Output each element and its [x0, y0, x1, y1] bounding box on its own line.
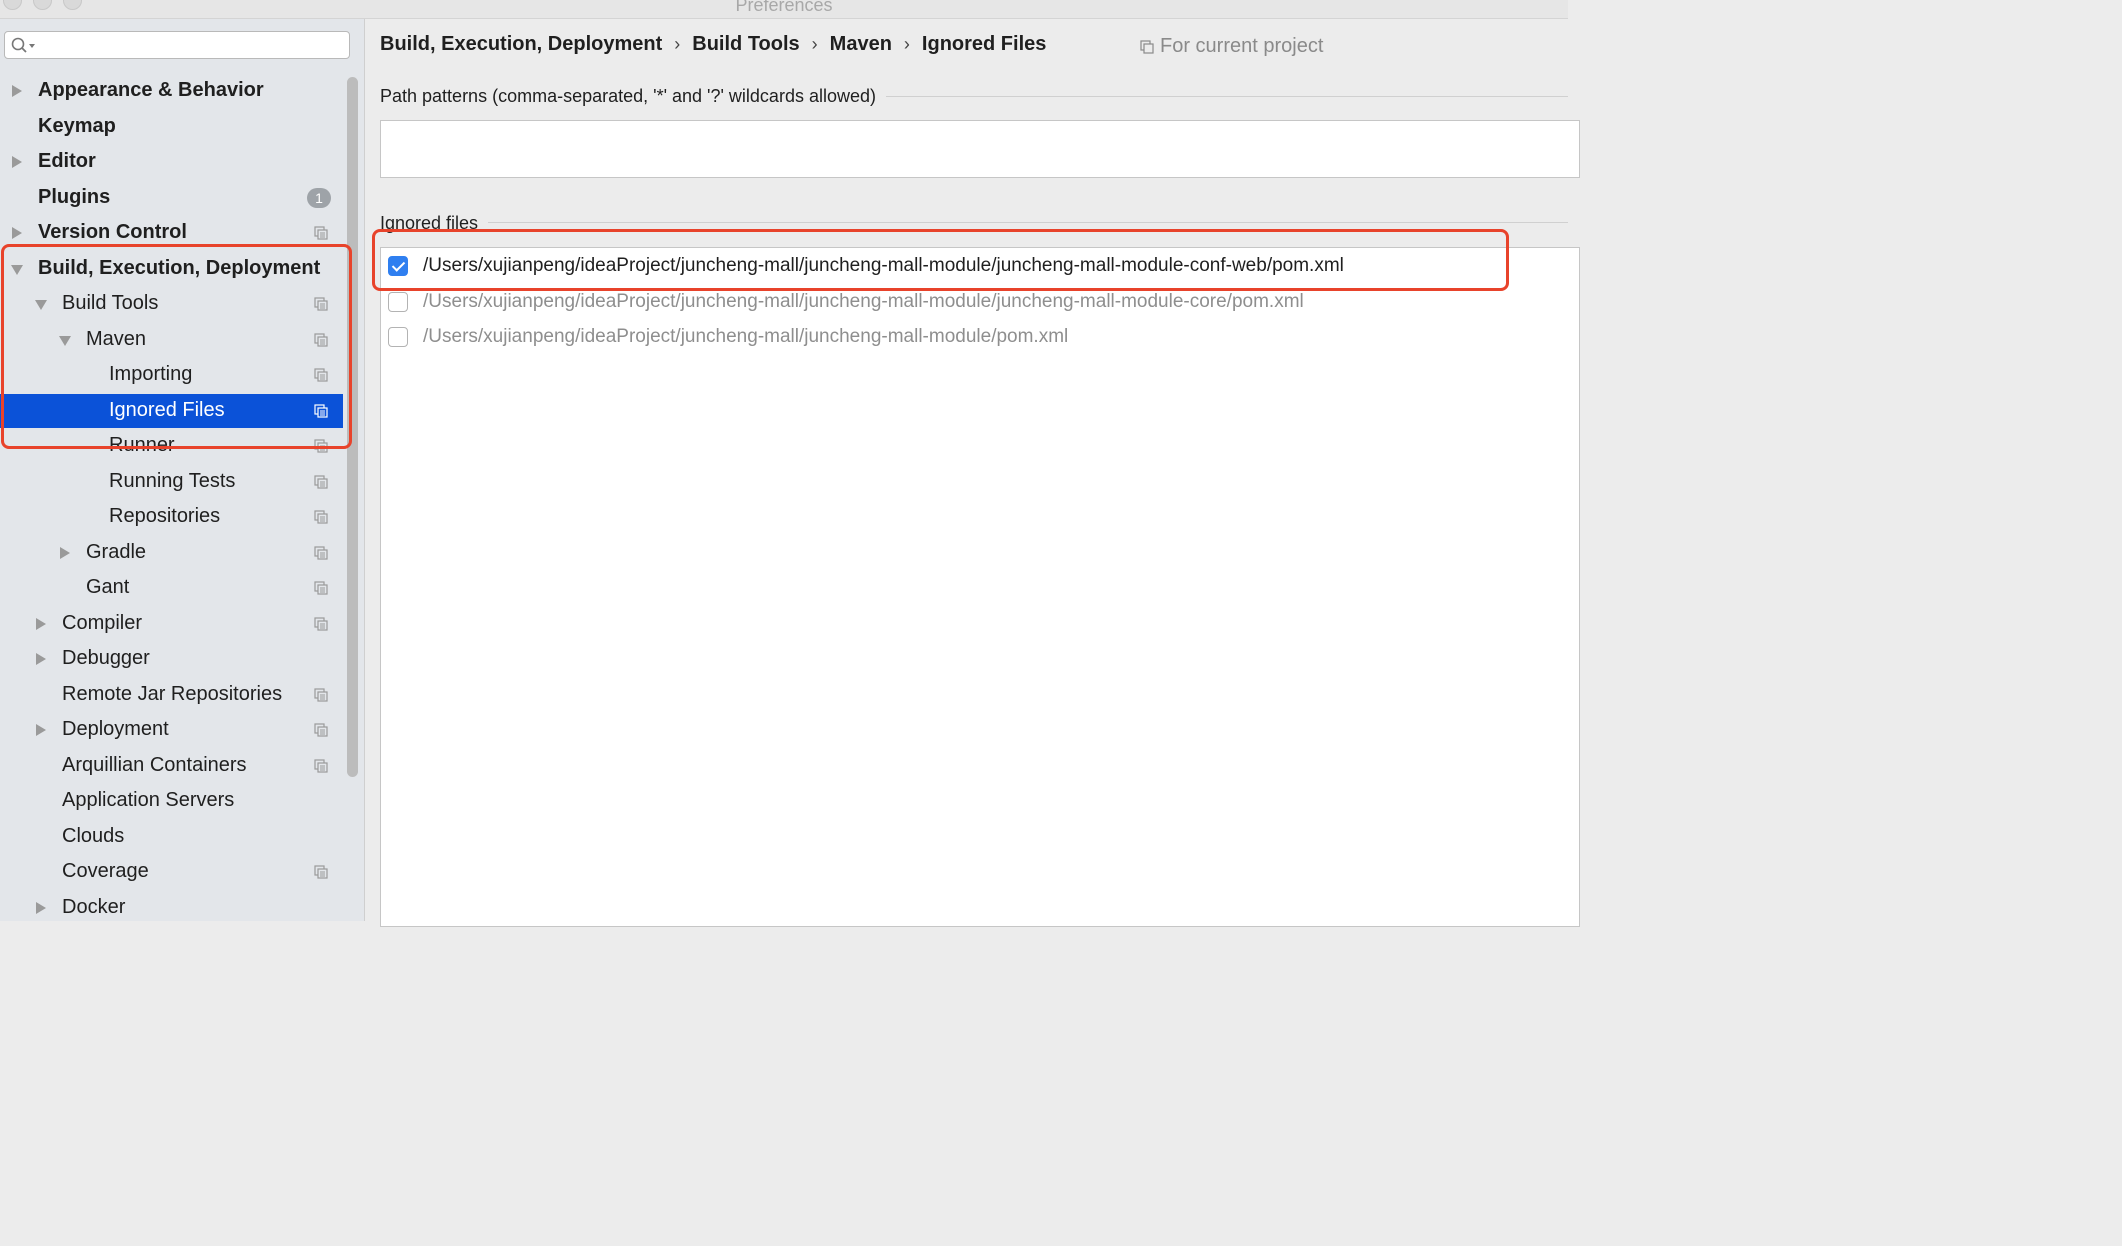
project-scope-icon-wrap — [314, 865, 328, 884]
expand-arrow-right-icon[interactable] — [36, 617, 46, 630]
expand-arrow-right-icon[interactable] — [36, 901, 46, 914]
sidebar-item-label: Deployment — [62, 718, 169, 740]
sidebar-item-compiler[interactable]: Compiler — [0, 607, 343, 641]
search-icon — [11, 37, 35, 53]
sidebar-item-coverage[interactable]: Coverage — [0, 855, 343, 889]
sidebar-item-label: Plugins — [38, 185, 111, 208]
sidebar-item-label: Clouds — [62, 824, 125, 847]
title-bar: Preferences — [0, 0, 1568, 19]
sidebar-item-docker[interactable]: Docker — [0, 891, 343, 925]
ignored-files-list: /Users/xujianpeng/ideaProject/juncheng-m… — [380, 247, 1580, 927]
project-scope-icon-wrap — [314, 226, 328, 245]
sidebar-item-application-servers[interactable]: Application Servers — [0, 784, 343, 818]
copy-settings-icon — [314, 723, 328, 737]
sidebar-item-repositories[interactable]: Repositories — [0, 500, 343, 534]
project-scope-icon-wrap — [314, 545, 328, 565]
sidebar-item-gant[interactable]: Gant — [0, 571, 343, 605]
sidebar-item-debugger[interactable]: Debugger — [0, 642, 343, 676]
window-title: Preferences — [735, 0, 833, 15]
breadcrumb-separator: › — [674, 34, 681, 54]
project-scope-icon-wrap — [314, 687, 328, 707]
sidebar-item-label: Running Tests — [109, 469, 236, 492]
breadcrumb-item: Ignored Files — [921, 33, 1047, 55]
settings-search-input[interactable] — [4, 31, 350, 59]
copy-settings-icon — [314, 758, 328, 773]
breadcrumb-item[interactable]: Build Tools — [692, 33, 799, 55]
copy-settings-icon — [314, 687, 328, 702]
updates-count-badge: 1 — [307, 187, 331, 208]
project-scope-icon-wrap — [314, 723, 328, 742]
sidebar-item-label: Compiler — [62, 611, 143, 634]
sidebar-item-label: Version Control — [38, 221, 187, 243]
highlight-annotation-sidebar — [1, 244, 352, 449]
settings-sidebar: Appearance & Behavior Keymap Editor Plugins… — [0, 19, 365, 921]
ignored-file-checkbox[interactable] — [388, 291, 408, 312]
sidebar-item-label: Docker — [62, 895, 126, 918]
sidebar-item-label: Debugger — [62, 647, 150, 669]
breadcrumb-separator: › — [811, 34, 818, 54]
sidebar-item-label: Application Servers — [62, 789, 235, 811]
expand-arrow-right-icon[interactable] — [36, 724, 46, 736]
section-divider — [380, 222, 1568, 223]
sidebar-item-label: Editor — [38, 150, 96, 172]
copy-settings-icon — [314, 226, 328, 240]
copy-settings-icon — [314, 545, 328, 560]
sidebar-item-label: Remote Jar Repositories — [62, 682, 283, 705]
sidebar-item-label: Coverage — [62, 860, 149, 882]
sidebar-item-gradle[interactable]: Gradle — [0, 536, 343, 570]
project-scope-icon-wrap — [314, 510, 328, 529]
breadcrumb-separator: › — [903, 34, 910, 54]
sidebar-item-deployment[interactable]: Deployment — [0, 713, 343, 747]
scope-indicator: For current project — [1140, 35, 1323, 58]
sidebar-item-remote-jar-repositories[interactable]: Remote Jar Repositories — [0, 678, 343, 712]
ignored-file-row: /Users/xujianpeng/ideaProject/juncheng-m… — [381, 321, 1571, 355]
breadcrumb-item[interactable]: Maven — [830, 33, 892, 55]
copy-settings-icon — [314, 865, 328, 879]
sidebar-item-keymap[interactable]: Keymap — [0, 110, 343, 144]
project-scope-icon-wrap — [314, 474, 328, 494]
sidebar-item-arquillian-containers[interactable]: Arquillian Containers — [0, 749, 343, 783]
sidebar-item-label: Repositories — [109, 505, 221, 527]
expand-arrow-right-icon[interactable] — [60, 546, 70, 559]
sidebar-item-label: Keymap — [38, 114, 116, 137]
ignored-file-path: /Users/xujianpeng/ideaProject/juncheng-m… — [423, 290, 1304, 312]
sidebar-item-appearance-behavior[interactable]: Appearance & Behavior — [0, 74, 343, 108]
sidebar-item-clouds[interactable]: Clouds — [0, 820, 343, 854]
sidebar-item-label: Appearance & Behavior — [38, 79, 264, 101]
breadcrumb: Build, Execution, Deployment › Build Tools… — [380, 33, 1046, 56]
ignored-file-checkbox[interactable] — [388, 327, 408, 347]
sidebar-item-editor[interactable]: Editor — [0, 145, 343, 179]
path-patterns-label: Path patterns (comma-separated, '*' and … — [380, 86, 886, 107]
sidebar-item-plugins[interactable]: Plugins 1 — [0, 181, 343, 215]
settings-content: Build, Execution, Deployment › Build Tools… — [365, 19, 1580, 927]
project-scope-icon — [1140, 40, 1154, 54]
expand-arrow-right-icon[interactable] — [12, 227, 22, 239]
sidebar-item-label: Gradle — [86, 540, 147, 563]
project-scope-icon-wrap — [314, 581, 328, 600]
copy-settings-icon — [314, 510, 328, 524]
copy-settings-icon — [314, 616, 328, 631]
expand-arrow-right-icon[interactable] — [12, 156, 22, 168]
expand-arrow-right-icon[interactable] — [36, 653, 46, 665]
scope-label: For current project — [1160, 35, 1324, 57]
sidebar-item-running-tests[interactable]: Running Tests — [0, 465, 343, 499]
project-scope-icon-wrap — [314, 616, 328, 636]
sidebar-item-label: Gant — [86, 576, 130, 598]
sidebar-item-label: Arquillian Containers — [62, 753, 247, 776]
path-patterns-input[interactable] — [380, 120, 1580, 178]
ignored-file-path: /Users/xujianpeng/ideaProject/juncheng-m… — [423, 326, 1069, 347]
copy-settings-icon — [314, 581, 328, 595]
highlight-annotation-file — [372, 229, 1509, 291]
breadcrumb-item[interactable]: Build, Execution, Deployment — [380, 33, 662, 55]
copy-settings-icon — [314, 474, 328, 489]
project-scope-icon-wrap — [314, 758, 328, 778]
expand-arrow-right-icon[interactable] — [12, 85, 22, 97]
